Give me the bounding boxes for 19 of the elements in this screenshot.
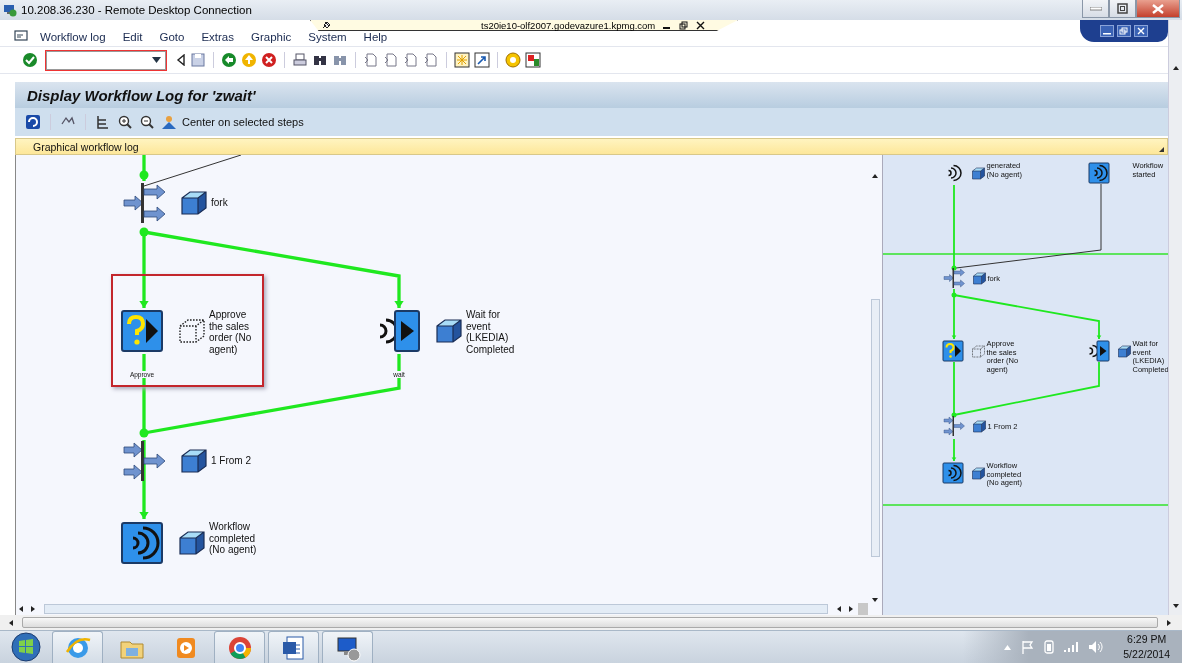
window-title: 10.208.36.230 - Remote Desktop Connection <box>21 4 252 16</box>
clock-time: 6:29 PM <box>1127 632 1167 647</box>
menu-item[interactable]: System <box>308 31 347 43</box>
node-label: fork <box>211 197 229 209</box>
host-name: ts20ie10-olf2007.godevazure1.kpmg.com <box>481 19 656 31</box>
menu-item[interactable]: Extras <box>201 31 234 43</box>
clock-date: 5/22/2014 <box>1123 647 1170 662</box>
menu-item[interactable]: Graphic <box>251 31 292 43</box>
page-title: Display Workflow Log for 'zwait' <box>27 86 256 104</box>
node-label: Wait for event (LKEDIA) Completed <box>466 309 516 355</box>
menu-item[interactable]: Edit <box>122 31 143 43</box>
menu-item[interactable]: Goto <box>159 31 185 43</box>
center-button[interactable]: Center on selected steps <box>161 114 304 130</box>
panel-title: Graphical workflow log <box>33 140 139 153</box>
node-label: Workflow completed (No agent) <box>209 521 258 556</box>
menu-item[interactable]: Help <box>363 31 388 43</box>
node-label: 1 From 2 <box>211 455 252 467</box>
menu-item[interactable]: Workflow log <box>40 31 106 43</box>
node-label: Approve the sales order (No agent) <box>209 309 253 355</box>
